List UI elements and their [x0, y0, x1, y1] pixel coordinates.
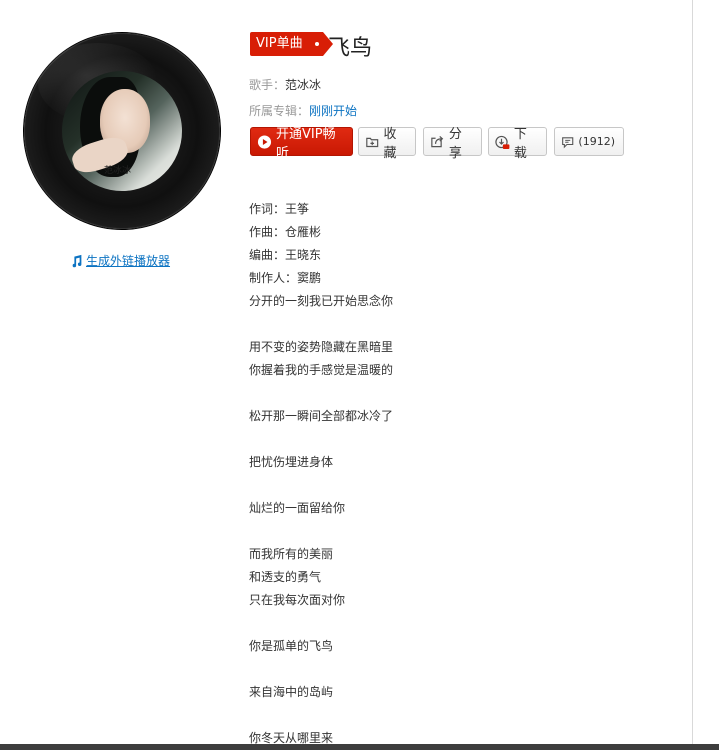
collect-label: 收藏 — [383, 126, 397, 161]
lyric-line: 制作人：窦鹏 — [249, 271, 322, 285]
play-circle-icon — [257, 134, 272, 149]
lyric-line: 作词：王筝 — [249, 202, 310, 216]
vip-badge-label: VIP单曲 — [256, 36, 303, 51]
lyric-line: 和透支的勇气 — [249, 570, 322, 584]
cover-art-text: 范冰冰 — [104, 166, 132, 176]
vip-song-badge: VIP单曲 — [250, 32, 333, 56]
page-divider — [692, 0, 693, 744]
lyric-line — [249, 382, 669, 405]
lyric-line: 作曲：仓雁彬 — [249, 225, 322, 239]
player-link-label: 生成外链播放器 — [86, 254, 171, 268]
singer-label: 歌手： — [249, 78, 286, 92]
comments-count: (1912) — [578, 135, 615, 148]
open-vip-play-button[interactable]: 开通VIP畅听 — [250, 127, 353, 161]
collect-button[interactable]: 收藏 — [358, 127, 416, 161]
lyric-line: 灿烂的一面留给你 — [249, 501, 346, 515]
lyric-line: 而我所有的美丽 — [249, 547, 334, 561]
lyric-line — [249, 313, 669, 336]
album-link[interactable]: 刚刚开始 — [309, 104, 357, 118]
lyric-line — [249, 428, 669, 451]
share-icon — [431, 135, 444, 147]
lyric-line: 分开的一刻我已开始思念你 — [249, 294, 394, 308]
vip-play-label: 开通VIP畅听 — [276, 126, 336, 161]
download-icon — [495, 135, 510, 149]
share-label: 分享 — [448, 126, 462, 161]
badge-dot — [314, 42, 319, 46]
generate-external-player-link[interactable]: 生成外链播放器 — [70, 252, 170, 269]
share-button[interactable]: 分享 — [423, 127, 482, 161]
lyric-line — [249, 520, 669, 543]
lyric-line — [249, 658, 669, 681]
album-cover: 范冰冰 — [62, 71, 182, 191]
lyric-line: 把忧伤埋进身体 — [249, 455, 334, 469]
lyric-line: 你冬天从哪里来 — [249, 731, 334, 745]
comment-icon — [562, 136, 574, 148]
album-vinyl: 范冰冰 — [24, 33, 220, 229]
download-button[interactable]: 下载 — [488, 127, 547, 161]
add-folder-icon — [366, 137, 379, 147]
lyric-line: 编曲：王晓东 — [249, 248, 322, 262]
singer-link[interactable]: 范冰冰 — [285, 78, 321, 92]
lyric-line: 只在我每次面对你 — [249, 593, 346, 607]
song-title: 飞鸟 — [328, 36, 373, 61]
comments-button[interactable]: (1912) — [554, 127, 624, 156]
lyric-line: 松开那一瞬间全部都冰冷了 — [249, 409, 394, 423]
album-label: 所属专辑： — [249, 104, 310, 118]
lyric-line: 来自海中的岛屿 — [249, 685, 334, 699]
lyric-line — [249, 474, 669, 497]
album-row: 所属专辑：刚刚开始 — [249, 102, 357, 119]
lyrics-panel: 作词：王筝作曲：仓雁彬 编曲：王晓东 制作人：窦鹏分开的一刻我已开始思念你 用不变的姿… — [249, 198, 669, 750]
lyric-line — [249, 704, 669, 727]
music-note-icon — [72, 254, 82, 267]
singer-row: 歌手：范冰冰 — [249, 76, 321, 93]
lyric-line: 你是孤单的飞鸟 — [249, 639, 334, 653]
lyric-line — [249, 612, 669, 635]
lyric-line: 用不变的姿势隐藏在黑暗里 — [249, 340, 394, 354]
lyric-line: 你握着我的手感觉是温暖的 — [249, 363, 394, 377]
download-label: 下载 — [513, 126, 527, 161]
